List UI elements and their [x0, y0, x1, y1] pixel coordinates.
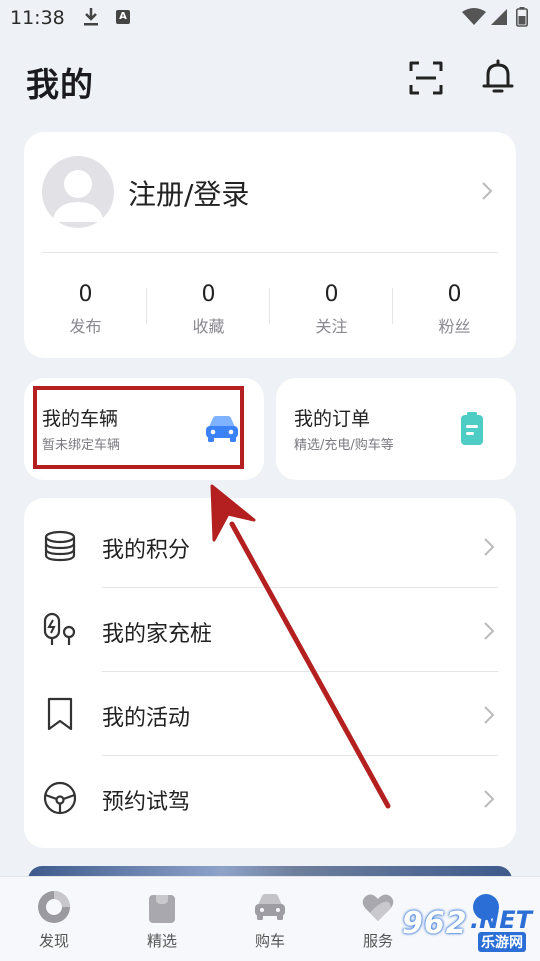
stat-label: 收藏 [192, 317, 225, 336]
tab-buy-car[interactable]: 购车 [216, 877, 324, 961]
shopping-bag-icon [149, 895, 175, 923]
menu-item-activities[interactable]: 我的活动 [24, 672, 516, 756]
tab-featured[interactable]: 精选 [108, 877, 216, 961]
chevron-right-icon[interactable] [480, 180, 494, 202]
heart-icon [362, 894, 394, 921]
highlight-box [33, 386, 244, 469]
menu-item-label: 预约试驾 [102, 790, 191, 815]
stat-favorites[interactable]: 0 收藏 [147, 282, 270, 337]
avatar[interactable] [42, 156, 114, 228]
menu-item-test-drive[interactable]: 预约试驾 [24, 756, 516, 840]
chevron-right-icon [484, 538, 495, 556]
stat-value: 0 [78, 282, 93, 307]
stat-label: 发布 [69, 317, 102, 336]
coins-stack-icon [44, 530, 76, 562]
order-clipboard-icon [461, 412, 483, 445]
watermark-suffix: .NET [470, 906, 532, 934]
menu-item-label: 我的活动 [102, 706, 191, 731]
scan-icon[interactable] [408, 60, 444, 96]
stat-value: 0 [447, 282, 462, 307]
profile-divider [42, 252, 498, 253]
bell-icon[interactable] [480, 58, 516, 96]
car-icon [255, 894, 285, 920]
tab-label: 购车 [254, 932, 285, 950]
battery-icon [516, 7, 528, 27]
tab-label: 精选 [146, 932, 177, 950]
watermark-site-name: 乐游网 [478, 932, 526, 952]
steering-wheel-icon [43, 781, 77, 815]
chevron-right-icon [484, 706, 495, 724]
bookmark-icon [47, 697, 73, 731]
stat-posts[interactable]: 0 发布 [24, 282, 147, 337]
signal-icon [491, 9, 507, 25]
default-avatar-icon [52, 170, 104, 222]
orders-card-subtitle: 精选/充电/购车等 [294, 438, 394, 453]
menu-list-card: 我的积分 我的家充桩 我的活动 预约试驾 [24, 498, 516, 848]
menu-item-label: 我的积分 [102, 538, 191, 563]
download-icon [84, 8, 98, 26]
login-register-link[interactable]: 注册/登录 [128, 173, 249, 213]
stat-value: 0 [324, 282, 339, 307]
page-title: 我的 [26, 65, 94, 104]
tab-discover[interactable]: 发现 [0, 877, 108, 961]
chevron-right-icon [484, 790, 495, 808]
discover-icon [38, 891, 70, 923]
menu-item-home-charger[interactable]: 我的家充桩 [24, 588, 516, 672]
my-orders-card[interactable]: 我的订单 精选/充电/购车等 [276, 378, 516, 480]
menu-item-points[interactable]: 我的积分 [24, 504, 516, 588]
status-time: 11:38 [10, 7, 65, 29]
profile-card: 注册/登录 0 发布 0 收藏 0 关注 0 粉丝 [24, 132, 516, 358]
watermark-number: 962 [402, 906, 468, 941]
chevron-right-icon [484, 622, 495, 640]
stat-label: 关注 [315, 317, 348, 336]
wifi-icon [462, 8, 486, 25]
charger-icon [43, 612, 76, 645]
stat-label: 粉丝 [438, 317, 471, 336]
status-bar: 11:38 A [0, 0, 540, 36]
stat-value: 0 [201, 282, 216, 307]
tab-label: 发现 [38, 932, 69, 950]
stat-followers[interactable]: 0 粉丝 [393, 282, 516, 337]
a-badge-icon: A [116, 10, 130, 24]
menu-item-label: 我的家充桩 [102, 622, 213, 647]
stat-following[interactable]: 0 关注 [270, 282, 393, 337]
orders-card-title: 我的订单 [294, 408, 371, 430]
